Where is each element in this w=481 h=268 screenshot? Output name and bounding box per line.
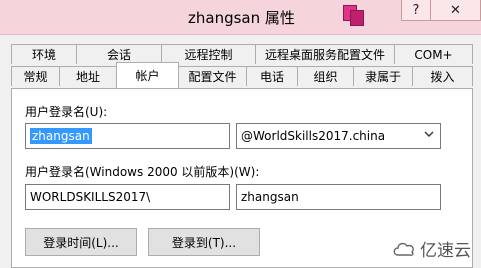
cloud-logo-icon <box>393 242 414 256</box>
tab-environment[interactable]: 环境 <box>11 44 77 64</box>
chevron-down-icon <box>424 131 434 137</box>
tab-profile[interactable]: 配置文件 <box>178 66 247 86</box>
title-bar: zhangsan 属性 ? ✕ <box>0 0 481 35</box>
tab-account[interactable]: 帐户 <box>116 62 179 88</box>
watermark: 亿速云 <box>392 236 471 261</box>
pre2000-domain-value: WORLDSKILLS2017\ <box>30 190 151 204</box>
close-button[interactable]: ✕ <box>430 0 481 21</box>
tab-dial-in[interactable]: 拨入 <box>412 66 473 86</box>
tab-com-plus[interactable]: COM+ <box>394 44 473 64</box>
logon-to-button[interactable]: 登录到(T)... <box>148 228 260 256</box>
logon-name-value: zhangsan <box>30 128 92 144</box>
tab-sessions[interactable]: 会话 <box>76 44 162 64</box>
pre2000-domain-field: WORLDSKILLS2017\ <box>25 184 230 210</box>
pre2000-logon-label: 用户登录名(Windows 2000 以前版本)(W): <box>25 165 260 179</box>
tab-rds-profile[interactable]: 远程桌面服务配置文件 <box>255 44 395 64</box>
domain-suffix-value: @WorldSkills2017.china <box>241 129 386 143</box>
tab-address[interactable]: 地址 <box>59 66 117 86</box>
logon-hours-button[interactable]: 登录时间(L)... <box>25 228 137 256</box>
properties-window-icon <box>343 5 365 27</box>
logon-name-input[interactable]: zhangsan <box>25 123 230 149</box>
tab-remote-control[interactable]: 远程控制 <box>161 44 256 64</box>
watermark-text: 亿速云 <box>420 241 471 261</box>
logon-name-label: 用户登录名(U): <box>25 105 108 119</box>
help-button[interactable]: ? <box>401 0 431 21</box>
tab-general[interactable]: 常规 <box>11 66 60 86</box>
tab-telephones[interactable]: 电话 <box>246 66 298 86</box>
pre2000-name-input[interactable]: zhangsan <box>236 184 441 210</box>
domain-suffix-select[interactable]: @WorldSkills2017.china <box>236 123 441 149</box>
pre2000-name-value: zhangsan <box>241 190 299 204</box>
window-title: zhangsan 属性 <box>188 9 295 27</box>
tab-organization[interactable]: 组织 <box>297 66 354 86</box>
tab-member-of[interactable]: 隶属于 <box>353 66 413 86</box>
